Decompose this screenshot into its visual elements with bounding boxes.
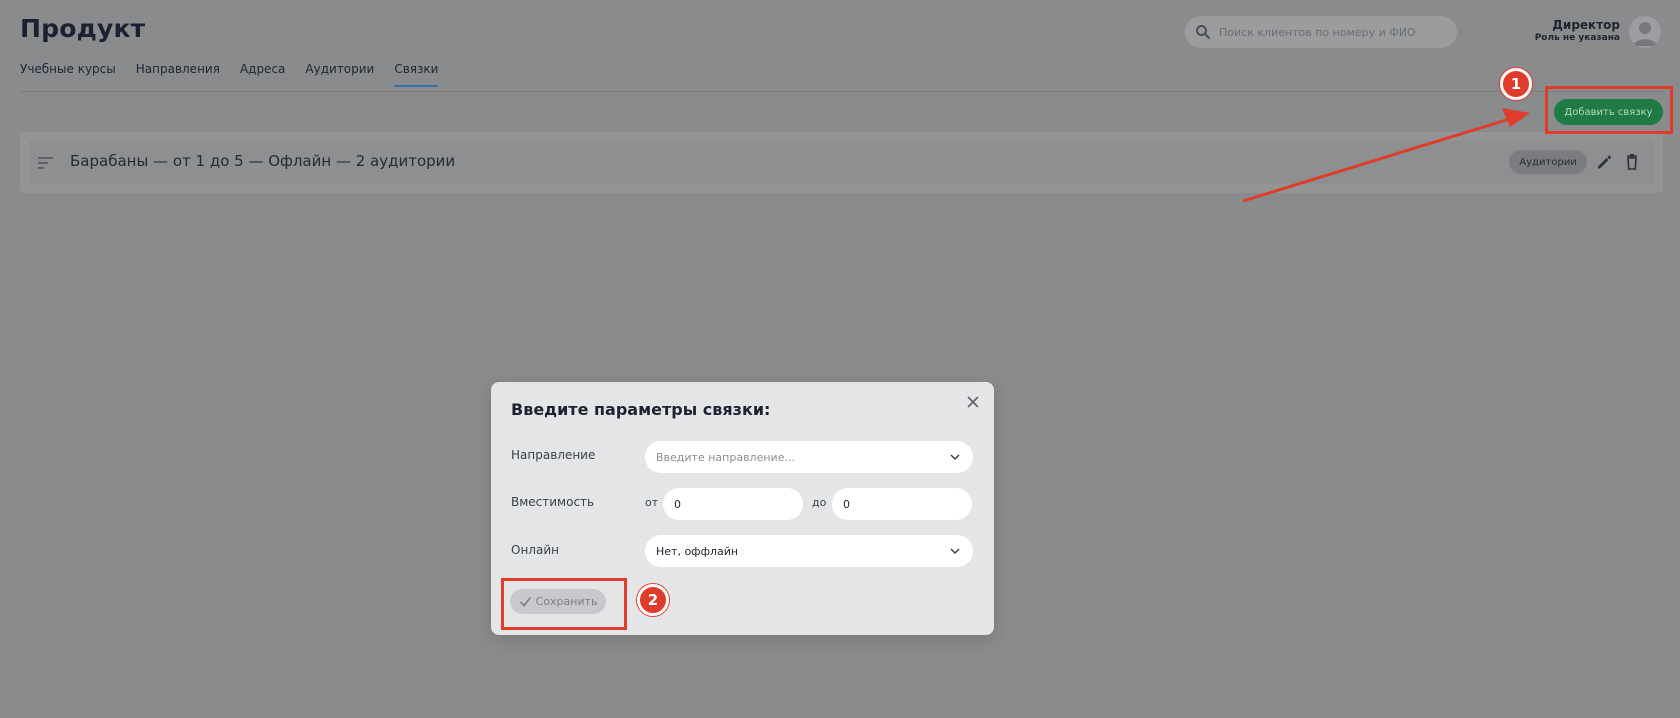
capacity-to-label: до (812, 496, 827, 509)
client-search[interactable] (1185, 16, 1457, 48)
online-label: Онлайн (511, 543, 559, 557)
annotation-box-2 (501, 578, 627, 630)
search-icon (1196, 25, 1210, 39)
tab-links[interactable]: Связки (394, 62, 439, 87)
annotation-box-1 (1545, 86, 1673, 134)
dialog-title: Введите параметры связки: (511, 400, 771, 419)
annotation-badge-2: 2 (637, 584, 669, 616)
search-input[interactable] (1219, 25, 1439, 39)
capacity-from-field[interactable] (663, 488, 803, 520)
close-icon[interactable] (965, 394, 981, 410)
annotation-badge-1: 1 (1500, 68, 1532, 100)
tab-courses[interactable]: Учебные курсы (20, 62, 116, 87)
rooms-chip[interactable]: Аудитории (1509, 150, 1587, 174)
tab-directions[interactable]: Направления (136, 62, 220, 87)
tabs: Учебные курсы Направления Адреса Аудитор… (20, 62, 439, 87)
tab-rooms[interactable]: Аудитории (305, 62, 374, 87)
trash-icon[interactable] (1623, 153, 1641, 171)
capacity-to-field[interactable] (832, 488, 972, 520)
capacity-to-input[interactable] (843, 497, 963, 511)
direction-placeholder: Введите направление... (656, 450, 795, 464)
user-role-note: Роль не указана (1534, 33, 1620, 43)
direction-label: Направление (511, 448, 596, 462)
edit-icon[interactable] (1595, 153, 1613, 171)
user-role: Директор (1552, 18, 1620, 32)
chevron-down-icon (950, 548, 960, 555)
capacity-from-input[interactable] (674, 497, 794, 511)
list-item-title: Барабаны — от 1 до 5 — Офлайн — 2 аудито… (70, 152, 456, 170)
avatar[interactable] (1629, 16, 1661, 48)
user-info: Директор Роль не указана (1535, 18, 1620, 43)
tab-addresses[interactable]: Адреса (240, 62, 285, 87)
capacity-from-label: от (645, 496, 659, 509)
page-title: Продукт (20, 14, 146, 43)
tabs-divider (20, 91, 1664, 92)
sort-icon[interactable] (38, 156, 54, 170)
direction-select[interactable]: Введите направление... (645, 441, 973, 473)
chevron-down-icon (950, 454, 960, 461)
capacity-label: Вместимость (511, 495, 595, 509)
online-value: Нет, оффлайн (656, 544, 739, 558)
user-icon (1633, 22, 1657, 46)
online-select[interactable]: Нет, оффлайн (645, 535, 973, 567)
